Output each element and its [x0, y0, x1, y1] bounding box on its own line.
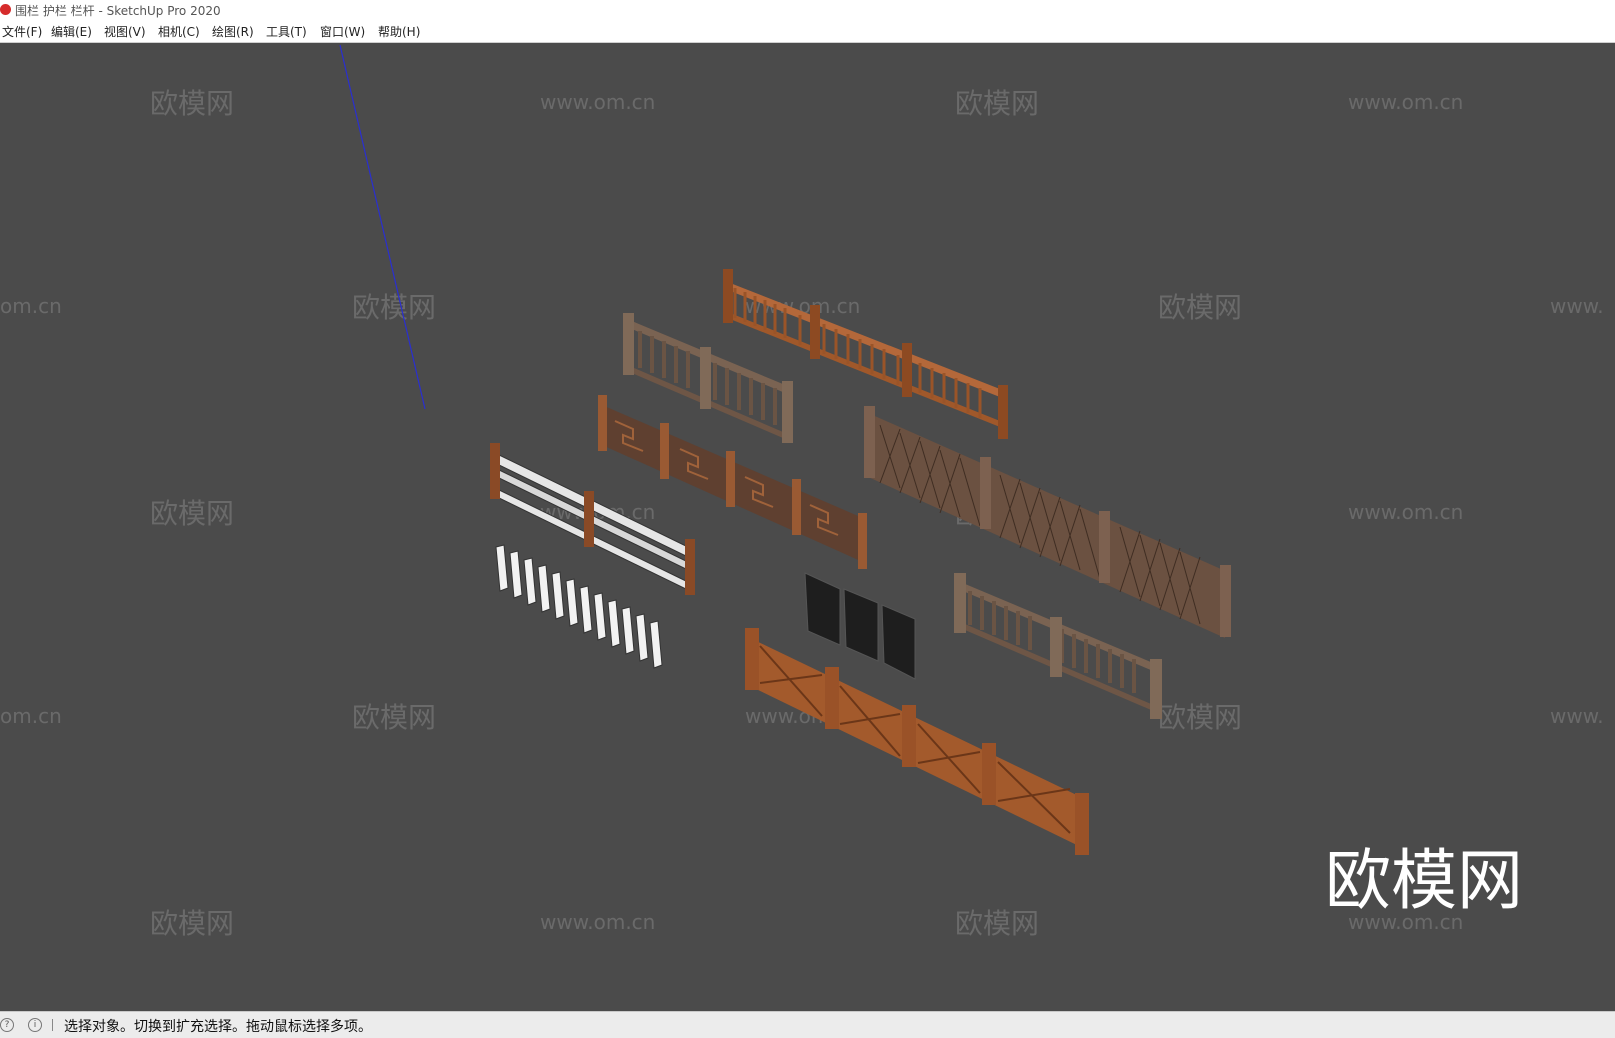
status-message: 选择对象。切换到扩充选择。拖动鼠标选择多项。: [64, 1019, 372, 1035]
watermark-brand: 欧模网: [150, 497, 234, 530]
window-title: 围栏 护栏 栏杆 - SketchUp Pro 2020: [15, 4, 221, 18]
fence-lattice-panel[interactable]: [864, 406, 1231, 638]
menu-window[interactable]: 窗口(W): [318, 24, 367, 40]
watermark-brand: 欧模网: [352, 291, 436, 324]
watermark-url-partial: www.: [1550, 294, 1604, 318]
menu-draw[interactable]: 绘图(R): [210, 24, 256, 40]
status-separator: [52, 1019, 53, 1031]
watermark-brand: 欧模网: [352, 701, 436, 734]
sketchup-logo-icon: [0, 4, 11, 15]
title-bar: 围栏 护栏 栏杆 - SketchUp Pro 2020: [0, 0, 1615, 22]
fence-orange-xbrace[interactable]: [745, 628, 1089, 855]
watermark-brand: 欧模网: [1158, 701, 1242, 734]
watermark-brand: 欧模网: [1158, 291, 1242, 324]
watermark-brand: 欧模网: [955, 907, 1039, 940]
status-bar: ? i 选择对象。切换到扩充选择。拖动鼠标选择多项。: [0, 1011, 1615, 1038]
geolocation-icon[interactable]: ?: [0, 1018, 14, 1032]
watermark-brand: 欧模网: [150, 907, 234, 940]
menu-file[interactable]: 文件(F): [0, 24, 44, 40]
menu-view[interactable]: 视图(V): [102, 24, 148, 40]
watermark-url: www.om.cn: [1348, 500, 1463, 524]
menu-help[interactable]: 帮助(H): [376, 24, 422, 40]
menu-camera[interactable]: 相机(C): [156, 24, 202, 40]
menu-edit[interactable]: 编辑(E): [49, 24, 94, 40]
watermark-url: www.om.cn: [1348, 90, 1463, 114]
watermark-url-partial: www.: [1550, 704, 1604, 728]
info-icon[interactable]: i: [28, 1018, 42, 1032]
viewport-canvas[interactable]: 欧模网 www.om.cn 欧模网 www.om.cn om.cn 欧模网 ww…: [0, 43, 1615, 1011]
menu-bar: 文件(F) 编辑(E) 视图(V) 相机(C) 绘图(R) 工具(T) 窗口(W…: [0, 22, 1615, 43]
watermark-url: www.om.cn: [540, 90, 655, 114]
watermark-brand-large: 欧模网: [1325, 842, 1523, 919]
watermark-url-partial: om.cn: [0, 294, 62, 318]
watermark-url: www.om.cn: [540, 910, 655, 934]
menu-tools[interactable]: 工具(T): [264, 24, 309, 40]
watermark-brand: 欧模网: [150, 87, 234, 120]
watermark-url-partial: om.cn: [0, 704, 62, 728]
blue-axis-line: [339, 44, 426, 410]
model-viewport[interactable]: 欧模网 www.om.cn 欧模网 www.om.cn om.cn 欧模网 ww…: [0, 43, 1615, 1011]
fence-black-screen[interactable]: [804, 572, 916, 680]
watermark-brand: 欧模网: [955, 87, 1039, 120]
